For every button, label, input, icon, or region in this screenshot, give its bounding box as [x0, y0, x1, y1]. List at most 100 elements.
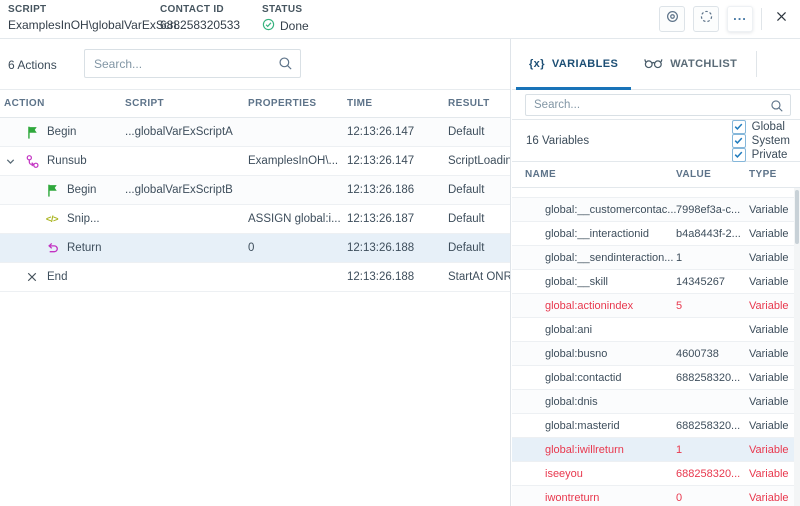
variable-filters: GlobalSystemPrivate	[715, 120, 790, 162]
variable-type: Variable	[749, 204, 800, 216]
runsub-icon	[24, 153, 40, 169]
variable-type: Variable	[749, 396, 800, 408]
filter-label: Private	[752, 149, 788, 161]
checkbox-icon[interactable]	[732, 120, 746, 134]
contact-id-value: 688258320533	[160, 18, 240, 32]
variable-type: Variable	[749, 372, 800, 384]
variable-row[interactable]: global:__interactionidb4a8443f-2...Varia…	[512, 222, 800, 246]
actions-search-input[interactable]	[85, 50, 300, 77]
more-options-button[interactable]: ...	[727, 6, 753, 32]
column-type: TYPE	[749, 169, 800, 180]
tab-watchlist-label: WATCHLIST	[670, 58, 737, 70]
target-icon	[665, 9, 680, 29]
action-cell: End	[0, 263, 125, 291]
action-row[interactable]: </>Snip...ASSIGN global:i...12:13:26.187…	[0, 205, 510, 234]
time-cell: 12:13:26.188	[347, 242, 448, 254]
variable-name: iwontreturn	[512, 492, 676, 504]
variable-name: global:__customercontac...	[512, 204, 676, 216]
checkbox-icon[interactable]	[732, 148, 746, 162]
variable-row[interactable]: global:iwillreturn1Variable	[512, 438, 800, 462]
variable-row[interactable]: global:__skill14345267Variable	[512, 270, 800, 294]
variable-row[interactable]: global:masterid688258320...Variable	[512, 414, 800, 438]
script-cell: ...globalVarExScriptA	[125, 126, 248, 138]
glasses-icon	[644, 57, 663, 72]
variable-row[interactable]: global:__sendinteraction...1Variable	[512, 246, 800, 270]
filter-system[interactable]: System	[732, 134, 790, 148]
target-button[interactable]	[659, 6, 685, 32]
action-cell: Begin	[0, 118, 125, 146]
action-row[interactable]: Begin...globalVarExScriptA12:13:26.147De…	[0, 118, 510, 147]
script-cell: ...globalVarExScriptB	[125, 184, 248, 196]
variable-row[interactable]: global:busno4600738Variable	[512, 342, 800, 366]
tabs-bar: {x} VARIABLES WATCHLIST	[512, 39, 800, 90]
trace-selection-button[interactable]	[693, 6, 719, 32]
variable-row[interactable]: global:contactid688258320...Variable	[512, 366, 800, 390]
search-icon	[278, 56, 293, 76]
actions-panel: 6 Actions ACTION SCRIPT PROPERTIES TIME …	[0, 39, 511, 506]
action-row[interactable]: Begin...globalVarExScriptB12:13:26.186De…	[0, 176, 510, 205]
result-cell: ScriptLoading	[448, 155, 510, 167]
variable-value: 7998ef3a-c...	[676, 204, 749, 216]
variable-name: global:dnis	[512, 396, 676, 408]
action-row[interactable]: RunsubExamplesInOH\...12:13:26.147Script…	[0, 147, 510, 176]
variables-x-icon: {x}	[529, 58, 545, 70]
contact-id-label: CONTACT ID	[160, 4, 240, 15]
variable-value: 688258320...	[676, 420, 749, 432]
variable-type: Variable	[749, 324, 800, 336]
filter-global[interactable]: Global	[732, 120, 790, 134]
variable-name: global:contactid	[512, 372, 676, 384]
variables-scrollbar[interactable]	[794, 188, 800, 506]
snippet-icon: </>	[44, 211, 60, 227]
tab-watchlist[interactable]: WATCHLIST	[631, 39, 750, 89]
variable-type: Variable	[749, 252, 800, 264]
variable-row[interactable]: iwontreturn0Variable	[512, 486, 800, 506]
script-trace-window: SCRIPT ExamplesInOH\globalVarExScri... C…	[0, 0, 800, 506]
ellipsis-icon: ...	[733, 8, 747, 23]
action-row[interactable]: End12:13:26.188StartAt ONRELE	[0, 263, 510, 292]
variables-table-body: global:__customercontac...7998ef3a-c...V…	[512, 198, 800, 506]
action-label: Begin	[47, 126, 76, 138]
variable-row[interactable]: global:__customercontac...7998ef3a-c...V…	[512, 198, 800, 222]
action-cell: </> Snip...	[0, 205, 125, 233]
header-actions: ...	[659, 5, 792, 33]
time-cell: 12:13:26.187	[347, 213, 448, 225]
time-cell: 12:13:26.186	[347, 184, 448, 196]
tab-variables[interactable]: {x} VARIABLES	[516, 39, 631, 89]
variable-row[interactable]: global:aniVariable	[512, 318, 800, 342]
properties-cell: ExamplesInOH\...	[248, 155, 347, 167]
result-cell: Default	[448, 184, 510, 196]
variable-value: 4600738	[676, 348, 749, 360]
chevron-down-icon[interactable]	[5, 156, 16, 170]
filter-label: Global	[752, 121, 785, 133]
result-cell: StartAt ONRELE	[448, 271, 510, 283]
variables-filter-row: 16 Variables GlobalSystemPrivate	[512, 120, 800, 162]
variable-type: Variable	[749, 300, 800, 312]
variable-row[interactable]: iseeyou688258320...Variable	[512, 462, 800, 486]
variable-type: Variable	[749, 348, 800, 360]
action-row[interactable]: Return012:13:26.188Default	[0, 234, 510, 263]
variable-name: global:busno	[512, 348, 676, 360]
action-label: Runsub	[47, 155, 87, 167]
variable-name: iseeyou	[512, 468, 676, 480]
column-name: NAME	[512, 169, 676, 180]
actions-search-box	[84, 49, 301, 78]
actions-table-header: ACTION SCRIPT PROPERTIES TIME RESULT	[0, 90, 510, 118]
variables-table-header: NAME VALUE TYPE	[512, 162, 800, 188]
variable-row[interactable]: global:actionindex5Variable	[512, 294, 800, 318]
scrollbar-thumb[interactable]	[795, 190, 799, 244]
status-value: Done	[280, 19, 309, 33]
top-header: SCRIPT ExamplesInOH\globalVarExScri... C…	[0, 0, 800, 39]
variables-search-box	[525, 94, 791, 116]
close-button[interactable]	[770, 8, 792, 30]
variable-row[interactable]: global:dnis Variable	[512, 390, 800, 414]
variable-name: global:__sendinteraction...	[512, 252, 676, 264]
status-label: STATUS	[262, 4, 309, 15]
checkbox-icon[interactable]	[732, 134, 746, 148]
dashed-circle-icon	[699, 9, 714, 29]
variable-type: Variable	[749, 468, 800, 480]
filter-private[interactable]: Private	[732, 148, 790, 162]
variable-type: Variable	[749, 228, 800, 240]
action-label: Snip...	[67, 213, 100, 225]
variables-search-input[interactable]	[526, 95, 790, 115]
column-time: TIME	[347, 98, 448, 109]
